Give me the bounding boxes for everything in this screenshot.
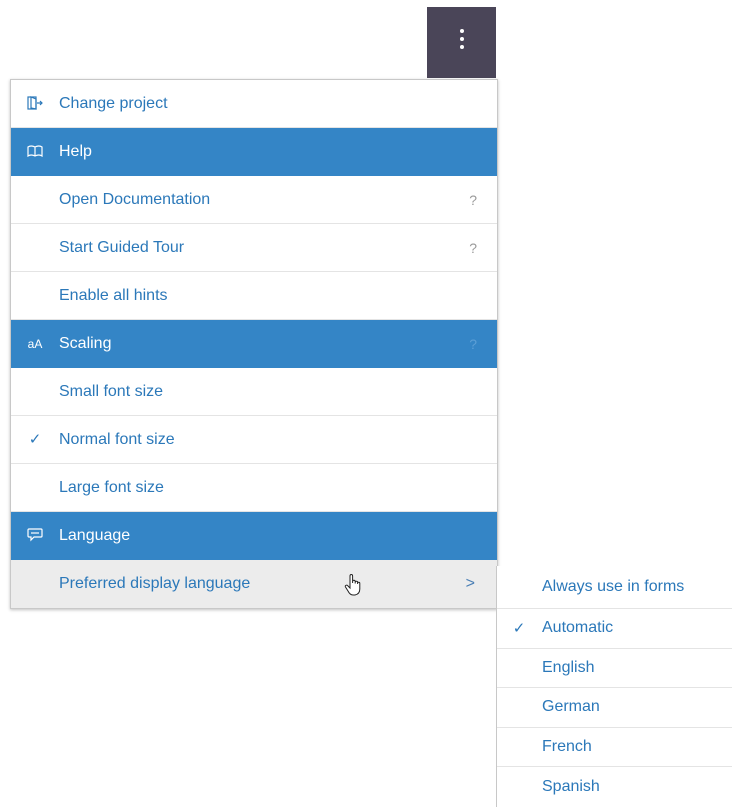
submenu-item-french[interactable]: French [497, 728, 732, 767]
menu-item-label: Enable all hints [59, 286, 168, 304]
section-header-label: Language [59, 526, 131, 544]
menu-item-preferred-display-language[interactable]: Preferred display language > [11, 560, 497, 608]
submenu-item-label: German [542, 698, 600, 716]
menu-item-enable-all-hints[interactable]: Enable all hints [11, 272, 497, 320]
check-icon: ✓ [512, 619, 526, 637]
settings-menu: Change project Help Open Documentation ?… [10, 79, 498, 609]
menu-item-change-project[interactable]: Change project [11, 80, 497, 128]
language-submenu: Always use in forms ✓ Automatic English … [496, 566, 732, 807]
book-icon [25, 144, 45, 159]
submenu-item-label: Spanish [542, 777, 600, 795]
menu-item-label: Change project [59, 94, 168, 112]
menu-item-large-font-size[interactable]: Large font size [11, 464, 497, 512]
text-size-icon: aA [27, 336, 43, 351]
menu-item-label: Small font size [59, 382, 164, 400]
submenu-item-label: French [542, 737, 592, 755]
section-header-label: Scaling [59, 334, 112, 352]
submenu-item-label: English [542, 658, 595, 676]
submenu-item-label: Always use in forms [542, 578, 685, 595]
help-hint-icon[interactable]: ? [469, 192, 477, 208]
chevron-right-icon: > [465, 575, 475, 592]
submenu-item-automatic[interactable]: ✓ Automatic [497, 609, 732, 649]
menu-item-small-font-size[interactable]: Small font size [11, 368, 497, 416]
submenu-item-always-use-in-forms[interactable]: Always use in forms [497, 566, 732, 609]
change-project-icon [25, 95, 45, 112]
hand-pointer-icon [343, 573, 363, 602]
menu-item-label: Preferred display language [59, 575, 251, 592]
check-icon: ✓ [28, 431, 42, 448]
submenu-item-english[interactable]: English [497, 649, 732, 688]
section-header-label: Help [59, 142, 92, 160]
menu-item-normal-font-size[interactable]: ✓ Normal font size [11, 416, 497, 464]
section-header-help: Help [11, 128, 497, 176]
speech-bubble-icon [25, 527, 45, 544]
section-header-language: Language [11, 512, 497, 560]
menu-item-start-guided-tour[interactable]: Start Guided Tour ? [11, 224, 497, 272]
menu-item-label: Start Guided Tour [59, 238, 185, 256]
menu-item-label: Normal font size [59, 430, 175, 448]
menu-item-open-documentation[interactable]: Open Documentation ? [11, 176, 497, 224]
section-header-scaling: aA Scaling ? [11, 320, 497, 368]
submenu-item-spanish[interactable]: Spanish [497, 767, 732, 807]
submenu-item-german[interactable]: German [497, 688, 732, 728]
menu-item-label: Open Documentation [59, 190, 211, 208]
submenu-item-label: Automatic [542, 619, 614, 637]
more-options-button[interactable] [427, 7, 496, 78]
menu-item-label: Large font size [59, 478, 164, 496]
help-hint-icon[interactable]: ? [469, 336, 477, 352]
help-hint-icon[interactable]: ? [469, 240, 477, 256]
kebab-vertical-icon [459, 28, 464, 49]
